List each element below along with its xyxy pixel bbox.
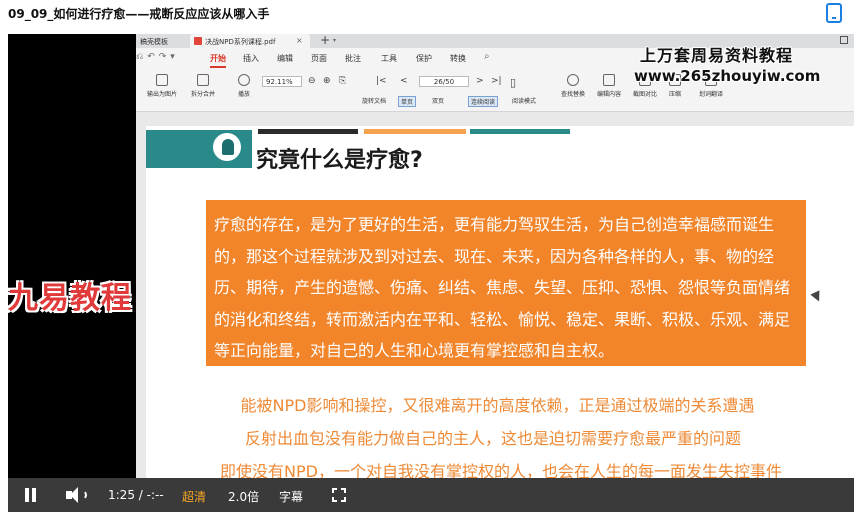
find-replace-button[interactable]: 查找替换 (556, 74, 590, 98)
window-restore-icon[interactable] (840, 36, 848, 44)
undo-redo-icon[interactable]: ⎌↶↷▾ (136, 52, 179, 62)
player-controls: 1:25 / -:-- 超清 2.0倍 字幕 (8, 478, 854, 512)
fullscreen-icon[interactable] (332, 488, 346, 502)
video-letterbox (8, 34, 136, 478)
zoom-field[interactable]: 92.11% (262, 76, 302, 87)
tab-pdf-label: 决战NPD系列课程.pdf (205, 38, 276, 46)
menu-home[interactable]: 开始 (210, 53, 226, 64)
search-icon[interactable]: ⌕ (484, 51, 490, 62)
first-page-icon[interactable]: |< (376, 76, 387, 86)
video-title: 09_09_如何进行疗愈——戒断反应应该从哪入手 (8, 7, 270, 21)
menu-insert[interactable]: 插入 (243, 53, 259, 64)
page-number-field[interactable]: 26/50 (419, 76, 469, 87)
zoom-out-icon[interactable]: ⊖ (308, 76, 316, 86)
definition-box: 疗愈的存在，是为了更好的生活，更有能力驾驭生活，为自己创造幸福感而诞生的，那这个… (206, 200, 806, 366)
menu-edit[interactable]: 编辑 (277, 53, 293, 64)
decor-bar-teal (470, 129, 570, 134)
menu-comment[interactable]: 批注 (345, 53, 361, 64)
speed-button[interactable]: 2.0倍 (228, 488, 259, 505)
zoom-in-icon[interactable]: ⊕ (323, 76, 331, 86)
title-bar: 09_09_如何进行疗愈——戒断反应应该从哪入手 (0, 0, 854, 28)
menu-page[interactable]: 页面 (311, 53, 327, 64)
decor-bar-dark (258, 129, 358, 134)
menu-protect[interactable]: 保护 (416, 53, 432, 64)
menu-tools[interactable]: 工具 (381, 53, 397, 64)
watermark-site-url: www.265zhouyiw.com (634, 67, 821, 85)
tab-template[interactable]: 稿壳模板 (136, 34, 190, 48)
quote-line-2: 反射出血包没有能力做自己的主人，这也是迫切需要疗愈最严重的问题 (244, 429, 741, 448)
next-page-icon[interactable]: > (476, 76, 484, 86)
prev-page-icon[interactable]: < (400, 76, 408, 86)
play-button[interactable]: 播放 (234, 74, 254, 98)
split-merge-button[interactable]: 拆分合并 (184, 74, 222, 98)
definition-text: 疗愈的存在，是为了更好的生活，更有能力驾驭生活，为自己创造幸福感而诞生的，那这个… (214, 215, 791, 360)
read-mode-button[interactable]: 阅读模式 (512, 96, 536, 105)
quote-line-1: 能被NPD影响和操控，又很难离开的高度依赖，正是通过极端的关系遭遇 (240, 396, 755, 415)
page-heading: 究竟什么是疗愈? (256, 148, 423, 173)
mobile-view-icon[interactable] (826, 3, 842, 23)
last-page-icon[interactable]: >| (491, 76, 502, 86)
chevron-down-icon[interactable]: ▾ (333, 37, 336, 44)
single-page-button[interactable]: 单页 (398, 96, 417, 107)
meditation-icon (210, 130, 244, 164)
book-view-icon[interactable]: ▯ (510, 76, 516, 89)
watermark-site-title: 上万套周易资料教程 (640, 46, 794, 65)
menu-convert[interactable]: 转换 (450, 53, 466, 64)
volume-icon[interactable] (66, 486, 88, 504)
tab-close-icon[interactable]: × (296, 36, 303, 45)
watermark-brand: 九易教程 (8, 281, 132, 316)
new-tab-icon[interactable]: + (320, 34, 330, 47)
time-display: 1:25 / -:-- (108, 488, 164, 502)
video-player[interactable]: 稿壳模板 决战NPD系列课程.pdf × + ▾ ⎌↶↷▾ 开始 插入 编辑 页… (8, 34, 854, 512)
quality-button[interactable]: 超清 (182, 488, 206, 505)
double-page-button[interactable]: 双页 (432, 96, 444, 105)
magnifier-icon (567, 74, 579, 86)
edit-content-button[interactable]: 编辑内容 (592, 74, 626, 98)
fit-page-icon[interactable]: ⎘ (339, 76, 346, 86)
tab-pdf[interactable]: 决战NPD系列课程.pdf (190, 34, 310, 48)
image-export-icon (156, 74, 168, 86)
play-icon (238, 74, 250, 86)
edit-content-icon (603, 74, 615, 86)
subtitle-button[interactable]: 字幕 (279, 488, 303, 505)
decor-bar-orange (364, 129, 466, 134)
rotate-doc-button[interactable]: 旋转文档 (362, 96, 386, 105)
continuous-read-button[interactable]: 连续阅读 (468, 96, 499, 107)
export-image-button[interactable]: 输出为图片 (144, 74, 180, 98)
split-merge-icon (197, 74, 209, 86)
pdf-file-icon (194, 37, 202, 45)
pause-icon[interactable] (24, 488, 38, 502)
app-window: 09_09_如何进行疗愈——戒断反应应该从哪入手 稿壳模板 决战NPD系列课程.… (0, 0, 854, 512)
